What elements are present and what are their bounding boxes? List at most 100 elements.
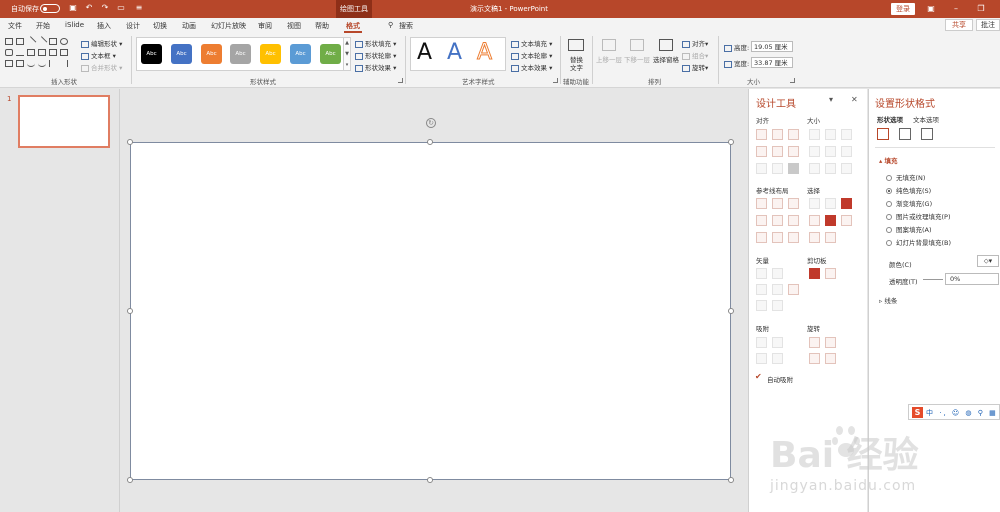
flip-horizontal-icon[interactable]: [809, 353, 820, 364]
resize-handle[interactable]: [127, 308, 133, 314]
menu-animations[interactable]: 动画: [182, 21, 196, 31]
flip-vertical-icon[interactable]: [825, 353, 836, 364]
wordart-launcher-icon[interactable]: [553, 78, 558, 83]
effects-pentagon-icon[interactable]: [899, 128, 911, 140]
vector-combine-icon[interactable]: [772, 268, 783, 279]
align-grid-icon[interactable]: [788, 163, 799, 174]
shape-outline-button[interactable]: 形状轮廓 ▾: [355, 50, 396, 60]
triangle-shape-icon[interactable]: [16, 49, 24, 56]
guide-cross-icon[interactable]: [772, 232, 783, 243]
size-properties-icon[interactable]: [921, 128, 933, 140]
resize-handle[interactable]: [127, 139, 133, 145]
rounded-rect-shape-icon[interactable]: [5, 49, 13, 56]
eyedropper-icon[interactable]: [841, 198, 852, 209]
menu-design[interactable]: 设计: [126, 21, 140, 31]
snap-right-icon[interactable]: [772, 353, 783, 364]
shape-style-swatch[interactable]: Abc: [320, 44, 341, 64]
vector-edit-icon[interactable]: [772, 300, 783, 311]
login-button[interactable]: 登录: [891, 3, 915, 15]
wordart-style-blue[interactable]: A: [447, 40, 462, 65]
height-icon[interactable]: [825, 146, 836, 157]
rotate-handle-icon[interactable]: ↻: [426, 118, 436, 128]
sogou-logo-icon[interactable]: S: [912, 407, 923, 418]
resize-handle[interactable]: [427, 477, 433, 483]
vector-intersect-icon[interactable]: [772, 284, 783, 295]
copy-icon[interactable]: [809, 268, 820, 279]
shape-style-swatch[interactable]: Abc: [141, 44, 162, 64]
resize-handle[interactable]: [728, 139, 734, 145]
flowchart-shape-icon[interactable]: [5, 60, 13, 67]
menu-review[interactable]: 审阅: [258, 21, 272, 31]
present-icon[interactable]: ▭: [116, 3, 126, 13]
guide-middle-icon[interactable]: [772, 215, 783, 226]
pane-options-icon[interactable]: ▾: [829, 95, 833, 104]
restore-icon[interactable]: ❐: [975, 3, 987, 15]
share-button[interactable]: 共享: [945, 19, 973, 31]
menu-home[interactable]: 开始: [36, 21, 50, 31]
align-center-icon[interactable]: [772, 129, 783, 140]
vector-union-icon[interactable]: [756, 268, 767, 279]
selected-slide-shape[interactable]: [130, 142, 731, 480]
menu-file[interactable]: 文件: [8, 21, 22, 31]
snap-bottom-icon[interactable]: [772, 337, 783, 348]
autosave-toggle[interactable]: [40, 4, 60, 13]
width-input[interactable]: 33.87 厘米: [751, 57, 793, 68]
align-middle-icon[interactable]: [772, 146, 783, 157]
freeform-shape-icon[interactable]: [16, 60, 24, 67]
text-box-button[interactable]: 文本框 ▾: [81, 50, 116, 60]
alt-text-icon[interactable]: [568, 39, 584, 51]
fill-option-none[interactable]: 无填充(N): [886, 172, 925, 182]
selection-pane-label[interactable]: 选择窗格: [653, 54, 679, 64]
rotate-right-icon[interactable]: [825, 337, 836, 348]
distribute-vertical-icon[interactable]: [772, 163, 783, 174]
arrow-right-shape-icon[interactable]: [49, 49, 57, 56]
same-width-icon[interactable]: [809, 129, 820, 140]
color-picker-button[interactable]: ⬦▾: [977, 255, 999, 267]
fill-option-picture[interactable]: 图片或纹理填充(P): [886, 211, 951, 221]
text-to-vector-icon[interactable]: [756, 300, 767, 311]
menu-islide[interactable]: iSlide: [65, 21, 84, 29]
vertical-textbox-shape-icon[interactable]: [16, 38, 24, 45]
group-button[interactable]: 组合▾: [682, 50, 708, 60]
snap-top-icon[interactable]: [756, 337, 767, 348]
bring-forward-label[interactable]: 上移一层: [596, 54, 622, 64]
menu-help[interactable]: 帮助: [315, 21, 329, 31]
wordart-style-orange-outline[interactable]: A: [476, 40, 492, 66]
paste-icon[interactable]: [825, 268, 836, 279]
select-layer-icon[interactable]: [825, 232, 836, 243]
minimize-icon[interactable]: –: [950, 3, 962, 15]
fill-option-pattern[interactable]: 图案填充(A): [886, 224, 932, 234]
gallery-scroll-arrows[interactable]: ▲ ▼ ▾: [343, 37, 351, 71]
shape-styles-launcher-icon[interactable]: [398, 78, 403, 83]
guide-frame-icon[interactable]: [756, 232, 767, 243]
step-shape-icon[interactable]: [38, 49, 46, 56]
same-size-icon[interactable]: [841, 129, 852, 140]
guide-right-icon[interactable]: [788, 198, 799, 209]
slide-thumbnail[interactable]: [18, 95, 110, 148]
send-backward-icon[interactable]: [630, 39, 644, 51]
shape-fill-button[interactable]: 形状填充 ▾: [355, 38, 396, 48]
guide-grid-icon[interactable]: [788, 232, 799, 243]
shape-gallery[interactable]: [5, 36, 75, 68]
select-group-icon[interactable]: [809, 232, 820, 243]
line-section-header[interactable]: ▹ 线条: [879, 295, 897, 305]
tab-shape-options[interactable]: 形状选项: [877, 114, 903, 124]
send-backward-label[interactable]: 下移一层: [624, 54, 650, 64]
menu-transitions[interactable]: 切换: [153, 21, 167, 31]
width-icon[interactable]: [809, 146, 820, 157]
textbox-shape-icon[interactable]: [5, 38, 13, 45]
align-button[interactable]: 对齐▾: [682, 38, 708, 48]
scale-height-icon[interactable]: [825, 163, 836, 174]
rotate-button[interactable]: 旋转▾: [682, 62, 708, 72]
rotate-left-icon[interactable]: [809, 337, 820, 348]
ime-controls[interactable]: 中 ·, ☺ ◍ ⚲ ▦ ⚙: [926, 408, 1000, 418]
line-shape-icon[interactable]: [25, 36, 37, 47]
resize-handle[interactable]: [427, 139, 433, 145]
fill-option-solid[interactable]: 纯色填充(S): [886, 185, 931, 195]
guide-top-icon[interactable]: [756, 215, 767, 226]
vector-fragment-icon[interactable]: [756, 284, 767, 295]
transparency-input[interactable]: 0%: [945, 273, 999, 285]
fill-option-slide-background[interactable]: 幻灯片背景填充(B): [886, 237, 951, 247]
alt-text-label-2[interactable]: 文字: [570, 62, 583, 72]
fill-section-header[interactable]: ▴ 填充: [879, 155, 898, 165]
